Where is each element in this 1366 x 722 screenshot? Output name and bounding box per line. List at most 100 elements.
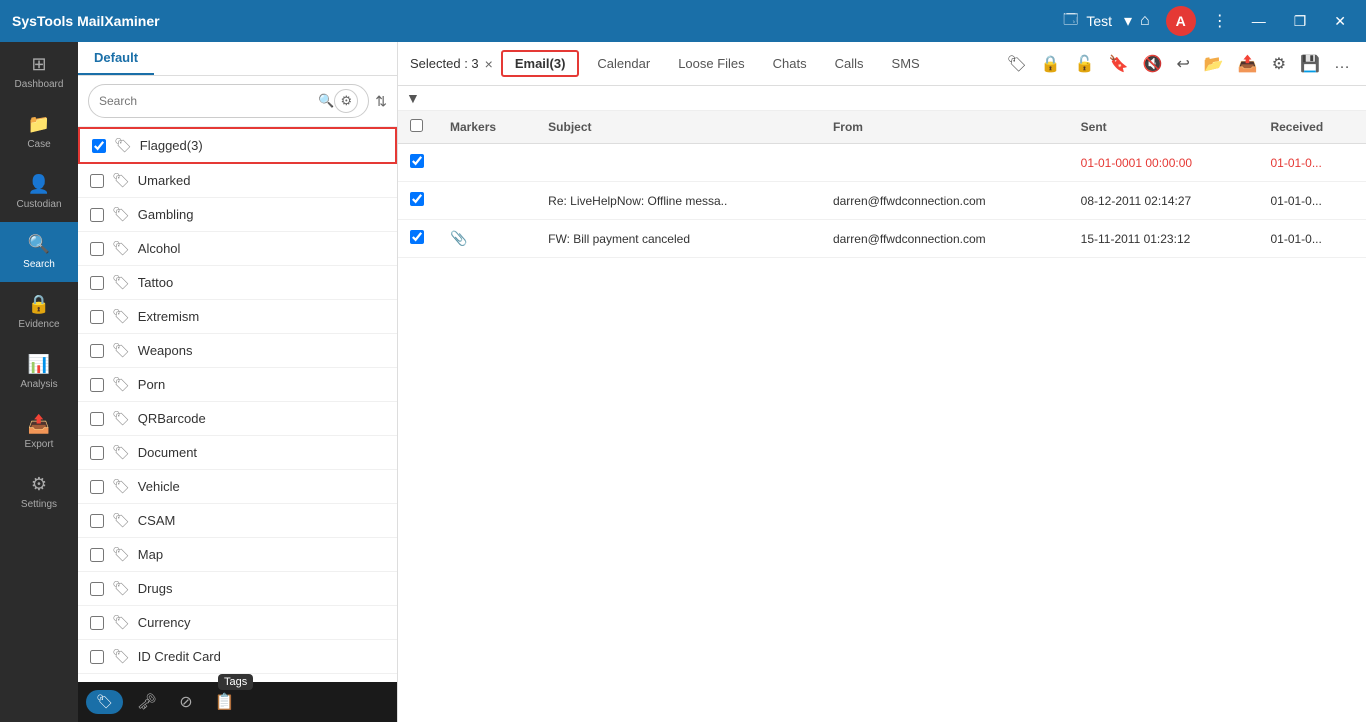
tag-label-qrbarcode: QRBarcode: [138, 411, 206, 426]
tab-chats[interactable]: Chats: [763, 50, 817, 77]
close-button[interactable]: ✕: [1326, 9, 1354, 34]
tag-checkbox-csam[interactable]: [90, 514, 104, 528]
tag-item-weapons[interactable]: 🏷 Weapons: [78, 334, 397, 368]
tag-icon-csam: 🏷: [112, 512, 130, 529]
table-row[interactable]: 01-01-0001 00:00:00 01-01-0...: [398, 144, 1366, 182]
tag-item-creditcard[interactable]: 🏷 ID Credit Card: [78, 640, 397, 674]
minimize-button[interactable]: —: [1244, 9, 1274, 33]
close-selection-button[interactable]: ×: [485, 56, 493, 72]
more-button[interactable]: ⋮: [1208, 7, 1232, 35]
tag-checkbox-map[interactable]: [90, 548, 104, 562]
tag-item-qrbarcode[interactable]: 🏷 QRBarcode: [78, 402, 397, 436]
row-sent-1: 01-01-0001 00:00:00: [1069, 144, 1259, 182]
left-panel-tabs: Default: [78, 42, 397, 76]
sidebar-item-settings[interactable]: ⚙ Settings: [0, 462, 78, 522]
row-subject-2: Re: LiveHelpNow: Offline messa..: [536, 182, 821, 220]
filter-button[interactable]: ▼: [406, 90, 420, 106]
tag-checkbox-drugs[interactable]: [90, 582, 104, 596]
tag-checkbox-weapons[interactable]: [90, 344, 104, 358]
sidebar-item-dashboard[interactable]: ⊞ Dashboard: [0, 42, 78, 102]
tag-item-extremism[interactable]: 🏷 Extremism: [78, 300, 397, 334]
action-bookmark[interactable]: 🔖: [1105, 50, 1133, 78]
tab-default[interactable]: Default: [78, 42, 154, 75]
tag-item-tattoo[interactable]: 🏷 Tattoo: [78, 266, 397, 300]
restore-button[interactable]: ❐: [1286, 9, 1315, 34]
tag-checkbox-alcohol[interactable]: [90, 242, 104, 256]
select-all-checkbox[interactable]: [410, 119, 423, 132]
action-folder[interactable]: 📂: [1200, 50, 1228, 78]
search-button[interactable]: 🔍: [318, 93, 334, 109]
tag-checkbox-tattoo[interactable]: [90, 276, 104, 290]
tag-checkbox-vehicle[interactable]: [90, 480, 104, 494]
tag-item-vehicle[interactable]: 🏷 Vehicle: [78, 470, 397, 504]
paperclip-icon: 📎: [450, 230, 467, 246]
custodian-icon: 👤: [28, 174, 50, 195]
key-button[interactable]: 🗝: [129, 688, 165, 716]
sidebar-item-case[interactable]: 📁 Case: [0, 102, 78, 162]
action-lock1[interactable]: 🔒: [1037, 50, 1065, 78]
sort-button[interactable]: ⇅: [375, 93, 387, 110]
tag-checkbox-unmarked[interactable]: [90, 174, 104, 188]
tag-checkbox-creditcard[interactable]: [90, 650, 104, 664]
tag-item-map[interactable]: 🏷 Map: [78, 538, 397, 572]
filter-bottom-button[interactable]: ⊘: [171, 688, 200, 716]
sidebar-item-evidence[interactable]: 🔒 Evidence: [0, 282, 78, 342]
tag-label-vehicle: Vehicle: [138, 479, 180, 494]
tag-checkbox-extremism[interactable]: [90, 310, 104, 324]
tag-checkbox-qrbarcode[interactable]: [90, 412, 104, 426]
left-panel: Default 🔍 ⚙ ⇅ 🏷 Flagged(3) 🏷 Umarked: [78, 42, 398, 722]
action-export[interactable]: 📤: [1234, 50, 1262, 78]
tag-item-document[interactable]: 🏷 Document: [78, 436, 397, 470]
tags-active-button[interactable]: 🏷: [86, 690, 123, 714]
action-settings[interactable]: ⚙: [1268, 50, 1290, 78]
tag-item-currency[interactable]: 🏷 Currency: [78, 606, 397, 640]
action-lock2[interactable]: 🔓: [1071, 50, 1099, 78]
row-checkbox-1[interactable]: [410, 154, 424, 168]
tag-item-drugs[interactable]: 🏷 Drugs: [78, 572, 397, 606]
tab-email[interactable]: Email(3): [501, 50, 580, 77]
action-tag[interactable]: 🏷: [1002, 50, 1030, 78]
search-input[interactable]: [99, 94, 318, 108]
tag-checkbox-flagged[interactable]: [92, 139, 106, 153]
tab-loosefiles[interactable]: Loose Files: [668, 50, 754, 77]
clipboard-button[interactable]: 📋: [207, 688, 243, 716]
tab-calls[interactable]: Calls: [825, 50, 874, 77]
tag-label-extremism: Extremism: [138, 309, 199, 324]
tag-icon-map: 🏷: [112, 546, 130, 563]
tag-item-flagged[interactable]: 🏷 Flagged(3): [78, 127, 397, 164]
tag-checkbox-porn[interactable]: [90, 378, 104, 392]
tag-label-csam: CSAM: [138, 513, 176, 528]
row-checkbox-cell: [398, 182, 438, 220]
table-row[interactable]: Re: LiveHelpNow: Offline messa.. darren@…: [398, 182, 1366, 220]
tag-item-unmarked[interactable]: 🏷 Umarked: [78, 164, 397, 198]
tab-sms[interactable]: SMS: [882, 50, 930, 77]
table-header-row: Markers Subject From Sent Received: [398, 111, 1366, 144]
tag-checkbox-document[interactable]: [90, 446, 104, 460]
row-checkbox-3[interactable]: [410, 230, 424, 244]
tab-calendar[interactable]: Calendar: [587, 50, 660, 77]
row-marker-1: [438, 144, 536, 182]
action-more[interactable]: …: [1330, 51, 1354, 77]
action-save[interactable]: 💾: [1296, 50, 1324, 78]
tag-item-csam[interactable]: 🏷 CSAM: [78, 504, 397, 538]
tag-item-porn[interactable]: 🏷 Porn: [78, 368, 397, 402]
sidebar-item-search[interactable]: 🔍 Search: [0, 222, 78, 282]
sidebar-item-custodian[interactable]: 👤 Custodian: [0, 162, 78, 222]
tag-checkbox-currency[interactable]: [90, 616, 104, 630]
tag-item-alcohol[interactable]: 🏷 Alcohol: [78, 232, 397, 266]
action-undo[interactable]: ↩: [1172, 50, 1193, 78]
filter-bar: ▼: [398, 86, 1366, 111]
avatar-button[interactable]: A: [1166, 6, 1196, 36]
search-settings-button[interactable]: ⚙: [334, 89, 358, 113]
action-mute[interactable]: 🔇: [1139, 50, 1167, 78]
tag-item-gambling[interactable]: 🏷 Gambling: [78, 198, 397, 232]
sidebar: ⊞ Dashboard 📁 Case 👤 Custodian 🔍 Search …: [0, 42, 78, 722]
window-dropdown[interactable]: ▾: [1120, 7, 1136, 35]
table-row[interactable]: 📎 FW: Bill payment canceled darren@ffwdc…: [398, 220, 1366, 258]
tag-checkbox-gambling[interactable]: [90, 208, 104, 222]
row-subject-1: [536, 144, 821, 182]
sidebar-item-export[interactable]: 📤 Export: [0, 402, 78, 462]
row-checkbox-2[interactable]: [410, 192, 424, 206]
sidebar-item-analysis[interactable]: 📊 Analysis: [0, 342, 78, 402]
home-button[interactable]: ⌂: [1136, 8, 1154, 34]
